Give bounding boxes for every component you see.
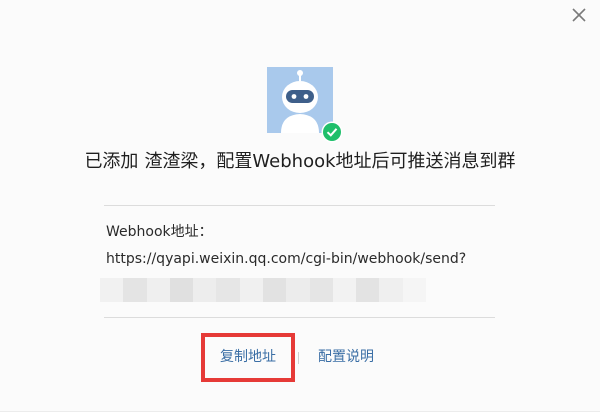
dialog-headline: 已添加 渣渣梁，配置Webhook地址后可推送消息到群	[0, 150, 600, 174]
bot-avatar	[267, 67, 343, 143]
config-help-link[interactable]: 配置说明	[318, 348, 374, 366]
link-separator	[298, 352, 299, 364]
redacted-key	[100, 278, 426, 302]
close-icon[interactable]	[568, 4, 590, 26]
divider	[104, 317, 495, 318]
webhook-url: https://qyapi.weixin.qq.com/cgi-bin/webh…	[106, 251, 467, 267]
headline-added: 已添加	[84, 151, 139, 172]
check-circle-icon	[321, 121, 343, 143]
webhook-label: Webhook地址：	[106, 224, 213, 240]
divider	[104, 205, 495, 206]
copy-address-link[interactable]: 复制地址	[220, 348, 276, 366]
webhook-dialog: 已添加 渣渣梁，配置Webhook地址后可推送消息到群 Webhook地址： ht…	[0, 0, 600, 412]
headline-message: 渣渣梁，配置Webhook地址后可推送消息到群	[144, 151, 516, 172]
